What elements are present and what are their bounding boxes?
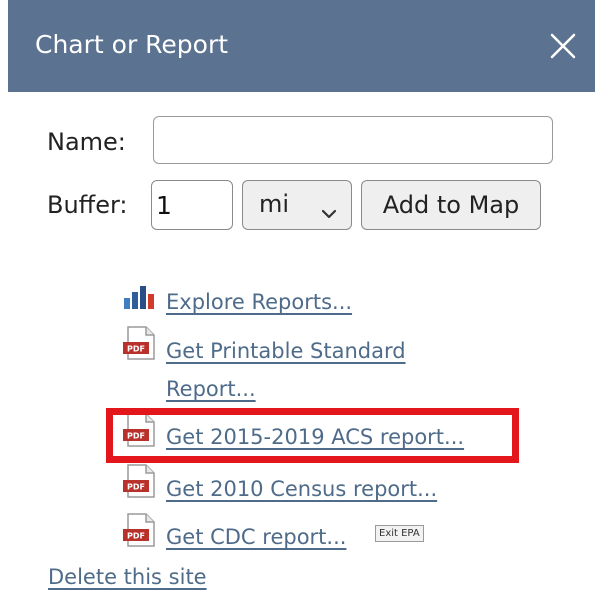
census-report-link[interactable]: Get 2010 Census report... bbox=[166, 471, 437, 507]
panel-title: Chart or Report bbox=[35, 30, 229, 59]
name-label: Name: bbox=[47, 128, 126, 156]
pdf-icon: PDF bbox=[122, 325, 158, 361]
svg-text:PDF: PDF bbox=[127, 345, 145, 354]
pdf-icon: PDF bbox=[122, 512, 158, 548]
pdf-icon: PDF bbox=[122, 463, 158, 499]
svg-text:PDF: PDF bbox=[127, 483, 145, 492]
highlight-annotation bbox=[106, 408, 519, 463]
buffer-input[interactable] bbox=[151, 180, 233, 230]
unit-value: mi bbox=[259, 190, 290, 218]
printable-report-link-line2[interactable]: Report... bbox=[166, 371, 256, 407]
exit-epa-badge: Exit EPA bbox=[375, 525, 424, 542]
explore-reports-link[interactable]: Explore Reports... bbox=[166, 284, 352, 320]
delete-site-link[interactable]: Delete this site bbox=[48, 559, 207, 595]
unit-select[interactable]: mi bbox=[242, 180, 352, 230]
buffer-label: Buffer: bbox=[47, 191, 128, 219]
panel-header: Chart or Report bbox=[8, 0, 595, 92]
close-icon[interactable] bbox=[545, 28, 581, 64]
cdc-report-link[interactable]: Get CDC report... bbox=[166, 519, 346, 555]
chevron-down-icon bbox=[321, 198, 337, 226]
name-input[interactable] bbox=[153, 116, 553, 164]
svg-text:PDF: PDF bbox=[127, 532, 145, 541]
add-to-map-button[interactable]: Add to Map bbox=[361, 180, 541, 230]
printable-report-link-line1[interactable]: Get Printable Standard bbox=[166, 333, 406, 369]
bar-chart-icon bbox=[123, 284, 155, 310]
